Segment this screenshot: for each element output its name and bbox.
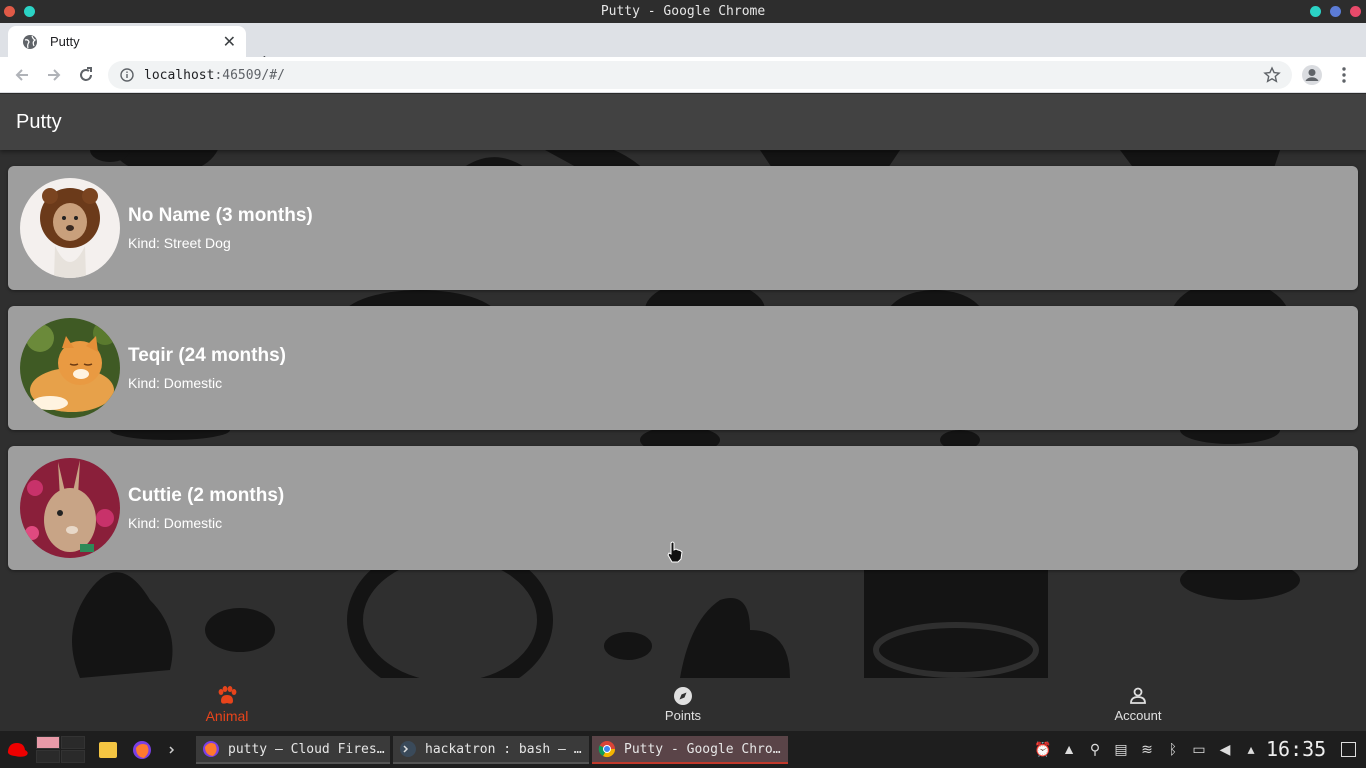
avatar (20, 458, 120, 558)
close-window-button[interactable] (1350, 6, 1361, 17)
os-menu-dot[interactable] (4, 6, 15, 17)
terminal-icon[interactable] (165, 740, 185, 760)
clock: 16:35 (1266, 737, 1327, 761)
taskbar-task-chrome[interactable]: Putty - Google Chro… (592, 736, 788, 764)
workspace-2[interactable] (61, 736, 85, 749)
nav-label: Points (664, 708, 702, 723)
forward-icon[interactable] (42, 63, 66, 87)
browser-toolbar: localhost:46509/#/ (0, 57, 1366, 93)
animal-kind: Kind: Street Dog (128, 235, 231, 251)
avatar (20, 318, 120, 418)
battery-icon[interactable]: ▭ (1190, 740, 1208, 758)
animal-name: Teqir (24 months) (128, 345, 286, 366)
maximize-button[interactable] (1330, 6, 1341, 17)
reload-icon[interactable] (74, 63, 98, 87)
person-icon (1130, 687, 1146, 704)
taskbar-task-firefox[interactable]: putty – Cloud Fires… (196, 736, 390, 764)
animal-list: No Name (3 months) Kind: Street Dog Teqi (8, 166, 1358, 586)
rabbit-avatar (20, 458, 120, 558)
app-title: Putty (16, 111, 62, 133)
vlc-icon[interactable]: ▲ (1060, 740, 1078, 758)
chrome-icon (598, 741, 616, 758)
animal-kind: Kind: Domestic (128, 515, 223, 531)
orange-cat-avatar (20, 318, 120, 418)
url-path: :46509/#/ (214, 67, 285, 83)
nav-account[interactable]: Account (1078, 686, 1198, 723)
nav-label: Account (1114, 708, 1162, 723)
web-page: Putty No Name (3 months) Kind: Street Do… (0, 94, 1366, 731)
globe-icon (23, 34, 37, 49)
location-icon[interactable]: ⚲ (1086, 740, 1104, 758)
animal-kind: Kind: Domestic (128, 375, 223, 391)
nav-animal[interactable]: Animal (167, 686, 287, 724)
os-sticky-dot[interactable] (24, 6, 35, 17)
show-desktop-icon[interactable] (1341, 742, 1356, 757)
bottom-navigation: Animal Points Account (0, 678, 1366, 731)
bluetooth-icon[interactable]: ᛒ (1164, 740, 1182, 758)
address-bar[interactable]: localhost:46509/#/ (108, 61, 1292, 89)
wifi-icon[interactable]: ≋ (1138, 740, 1156, 758)
url-host: localhost (144, 67, 215, 83)
window-title: Putty - Google Chrome (600, 4, 766, 19)
animal-name: No Name (3 months) (128, 205, 313, 226)
files-icon[interactable] (98, 740, 118, 760)
tray-expand-icon[interactable]: ▴ (1242, 740, 1260, 758)
tab-title: Putty (50, 34, 80, 49)
animal-card[interactable]: Teqir (24 months) Kind: Domestic (8, 306, 1358, 430)
minimize-button[interactable] (1310, 6, 1321, 17)
animal-name: Cuttie (2 months) (128, 485, 285, 506)
paw-icon (218, 686, 237, 704)
nav-points[interactable]: Points (623, 686, 743, 723)
workspace-3[interactable] (36, 750, 60, 763)
terminal-icon (400, 741, 416, 757)
hand-cursor-icon (667, 541, 683, 563)
clipboard-icon[interactable]: ▤ (1112, 740, 1130, 758)
bookmark-star-icon[interactable] (1260, 63, 1284, 87)
tab-strip: Putty ✕ + (0, 23, 1366, 73)
browser-tab[interactable]: Putty ✕ (8, 26, 246, 57)
menu-kebab-icon[interactable] (1332, 63, 1356, 87)
close-tab-icon[interactable]: ✕ (223, 32, 236, 52)
taskbar-task-terminal[interactable]: hackatron : bash — … (393, 736, 589, 764)
task-label: putty – Cloud Fires… (228, 741, 385, 757)
firefox-icon (203, 741, 219, 757)
profile-icon[interactable] (1300, 63, 1324, 87)
window-titlebar: Putty - Google Chrome (0, 0, 1366, 23)
firefox-icon[interactable] (132, 740, 152, 760)
animal-card[interactable]: No Name (3 months) Kind: Street Dog (8, 166, 1358, 290)
back-icon[interactable] (10, 63, 34, 87)
info-icon[interactable] (120, 68, 134, 82)
volume-icon[interactable]: ◀ (1216, 740, 1234, 758)
workspace-1[interactable] (36, 736, 60, 749)
app-bar: Putty (0, 94, 1366, 150)
avatar (20, 178, 120, 278)
task-label: Putty - Google Chro… (624, 741, 781, 757)
nav-label: Animal (205, 708, 249, 724)
alarm-icon[interactable]: ⏰ (1034, 740, 1052, 758)
lion-costume-dog-avatar (20, 178, 120, 278)
workspace-4[interactable] (61, 750, 85, 763)
redhat-logo-icon[interactable] (5, 741, 29, 759)
os-taskbar: putty – Cloud Fires… hackatron : bash — … (0, 731, 1366, 768)
compass-icon (674, 687, 692, 705)
task-label: hackatron : bash — … (425, 741, 582, 757)
